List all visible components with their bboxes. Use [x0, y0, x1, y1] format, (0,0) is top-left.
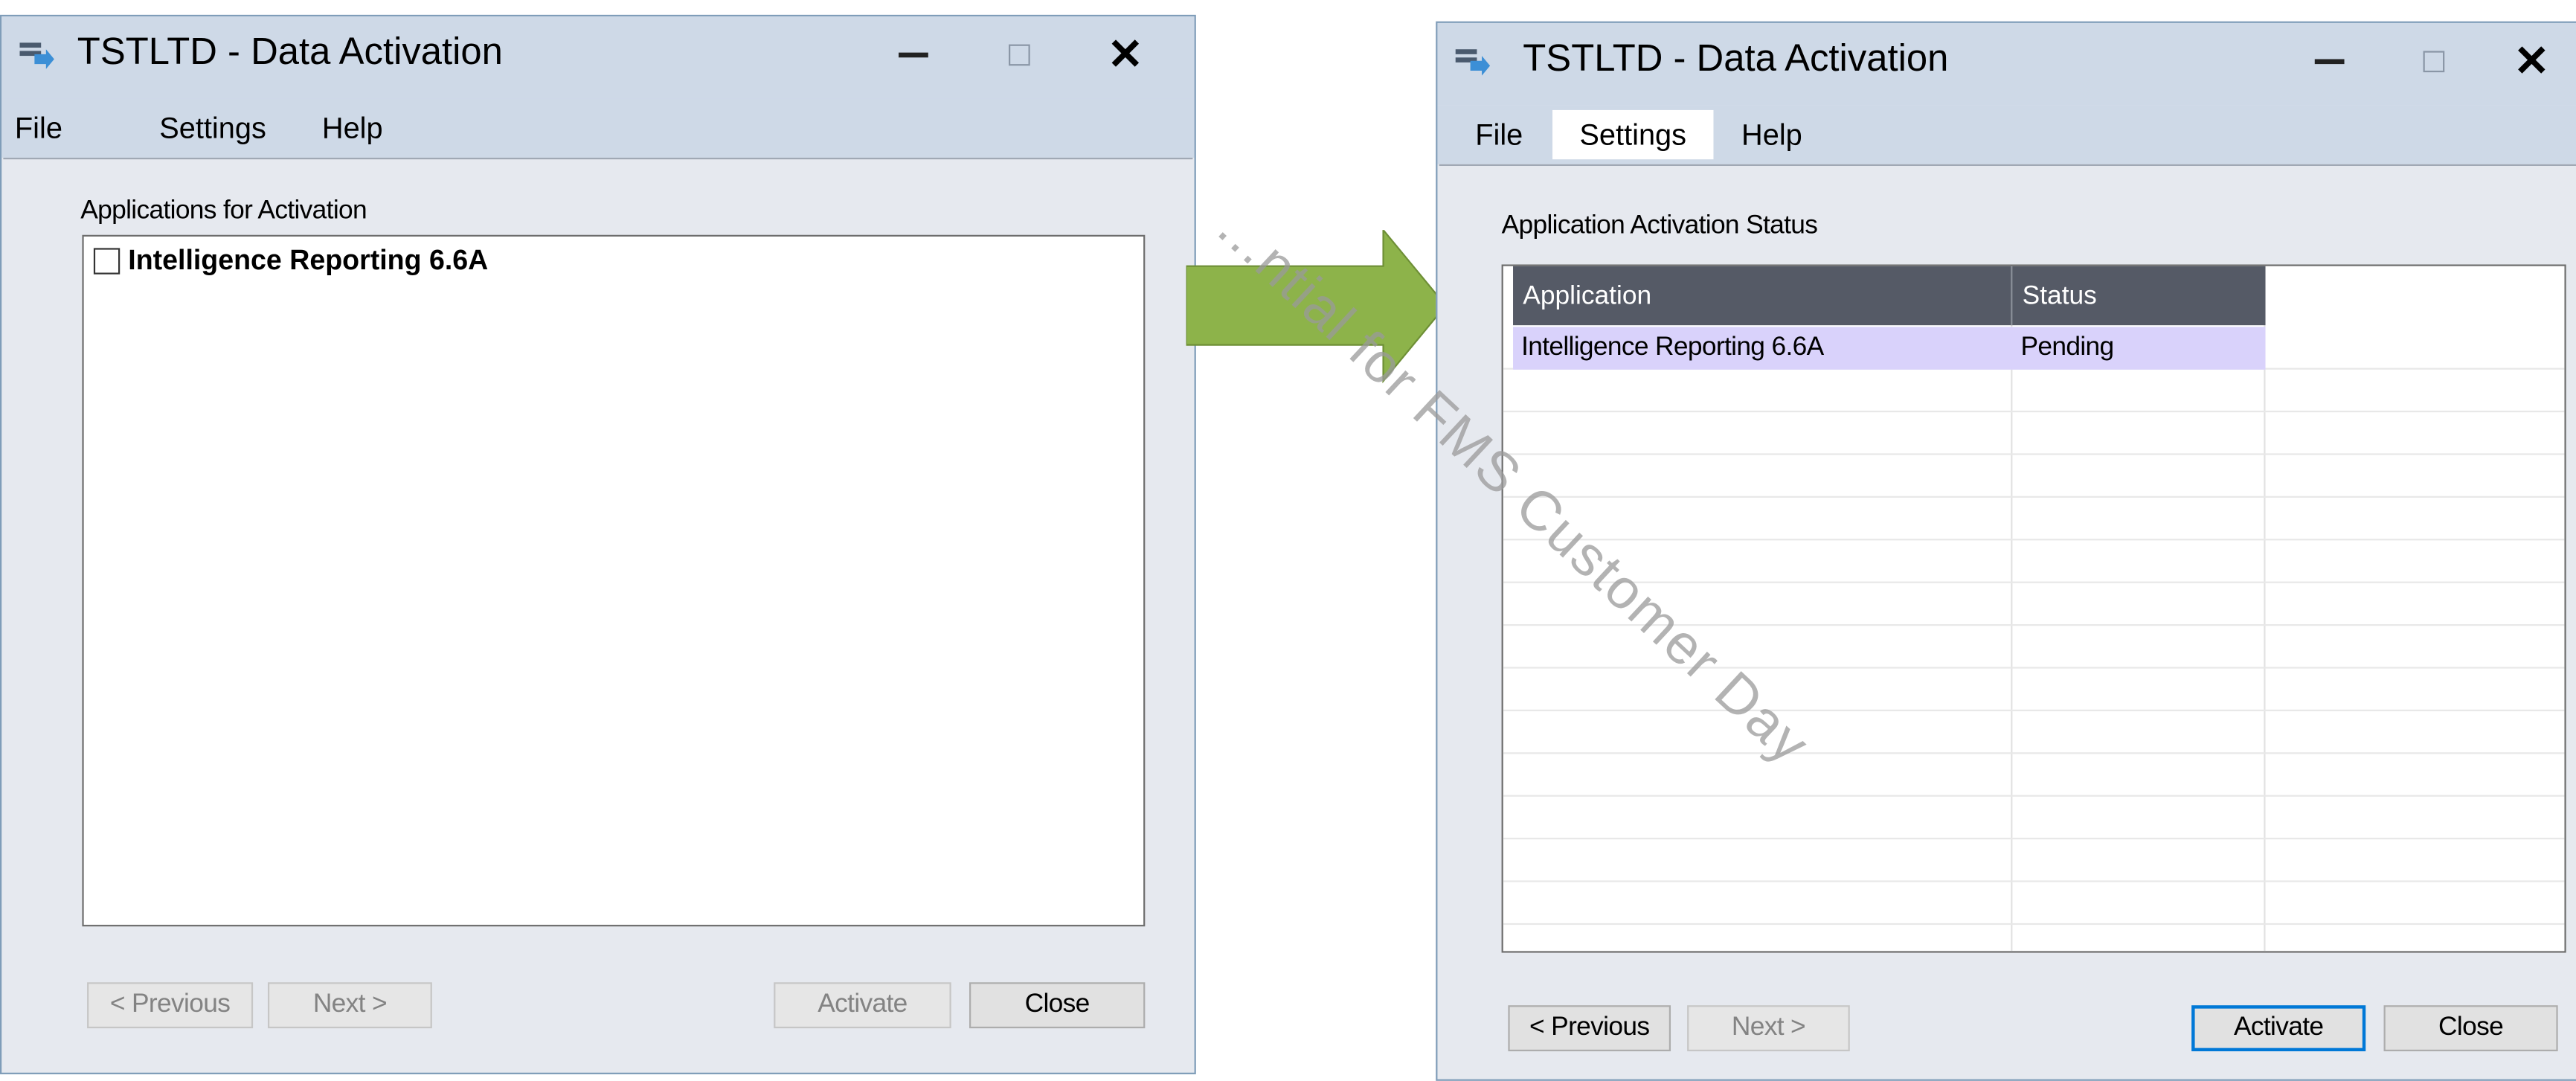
cell-application: Intelligence Reporting 6.6A: [1521, 333, 1824, 362]
list-item[interactable]: Intelligence Reporting 6.6A: [93, 244, 489, 278]
previous-button[interactable]: < Previous: [1508, 1005, 1671, 1052]
left-menubar: File Settings Help: [0, 98, 1195, 158]
close-window-button[interactable]: ✕: [2492, 23, 2571, 99]
next-button[interactable]: Next >: [267, 982, 432, 1029]
left-window: TSTLTD - Data Activation ✕ File Settings…: [0, 14, 1196, 1074]
column-header-status[interactable]: Status: [2012, 266, 2265, 325]
maximize-button[interactable]: [979, 16, 1058, 92]
close-window-button[interactable]: ✕: [1086, 16, 1165, 92]
menu-help[interactable]: Help: [1722, 110, 1822, 159]
close-icon: ✕: [1107, 29, 1143, 79]
menu-settings[interactable]: Settings: [140, 103, 286, 153]
menu-settings[interactable]: Settings: [1552, 109, 1714, 160]
arrow-icon: [1186, 230, 1447, 384]
left-titlebar[interactable]: TSTLTD - Data Activation ✕: [1, 16, 1195, 99]
next-button[interactable]: Next >: [1687, 1005, 1850, 1052]
app-icon: [19, 42, 54, 69]
minimize-icon: [2314, 58, 2345, 64]
cell-status: Pending: [2020, 333, 2114, 362]
right-client-area: Application Activation Status Applicatio…: [1439, 164, 2576, 1078]
status-grid[interactable]: Application Status Intelligence Reportin…: [1501, 264, 2566, 953]
checkbox-icon[interactable]: [93, 248, 121, 275]
activate-button[interactable]: Activate: [2191, 1005, 2366, 1052]
group-label: Application Activation Status: [1501, 211, 1818, 240]
item-label: Intelligence Reporting 6.6A: [128, 244, 489, 276]
window-title: TSTLTD - Data Activation: [77, 29, 503, 73]
right-menubar: File Settings Help: [1437, 105, 2576, 164]
column-header-application[interactable]: Application: [1513, 266, 2011, 325]
maximize-button[interactable]: [2394, 23, 2473, 99]
applications-listbox[interactable]: Intelligence Reporting 6.6A: [82, 234, 1146, 927]
menu-help[interactable]: Help: [302, 103, 402, 153]
minimize-button[interactable]: [2290, 23, 2369, 99]
window-title: TSTLTD - Data Activation: [1523, 36, 1949, 79]
group-label: Applications for Activation: [80, 196, 367, 225]
app-icon: [1455, 49, 1491, 76]
minimize-button[interactable]: [874, 16, 953, 92]
maximize-icon: [1007, 43, 1030, 65]
close-button[interactable]: Close: [2383, 1005, 2558, 1052]
left-client-area: Applications for Activation Intelligence…: [3, 157, 1193, 1071]
previous-button[interactable]: < Previous: [87, 982, 254, 1029]
grid-header: Application Status: [1513, 266, 2266, 326]
table-row[interactable]: Intelligence Reporting 6.6A Pending: [1513, 327, 2266, 370]
close-icon: ✕: [2514, 36, 2550, 86]
close-button[interactable]: Close: [969, 982, 1146, 1029]
menu-file[interactable]: File: [0, 103, 82, 153]
activate-button[interactable]: Activate: [774, 982, 951, 1029]
maximize-icon: [2422, 50, 2444, 72]
menu-file[interactable]: File: [1459, 110, 1539, 159]
minimize-icon: [899, 51, 928, 57]
right-window: TSTLTD - Data Activation ✕ File Settings…: [1436, 21, 2576, 1081]
right-titlebar[interactable]: TSTLTD - Data Activation ✕: [1437, 22, 2576, 106]
